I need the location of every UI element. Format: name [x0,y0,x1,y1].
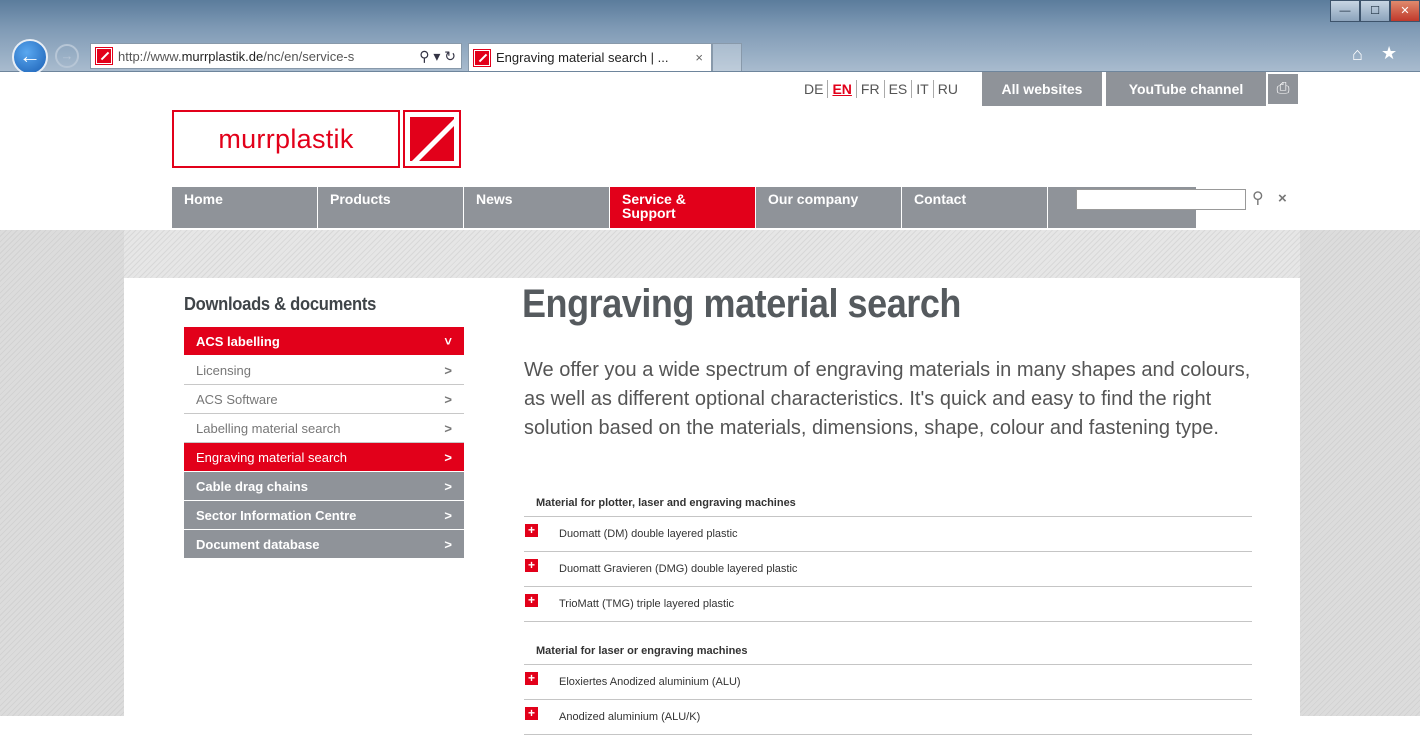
sidebar-menu: ACS labelling ˅ Licensing > ACS Software > Lab… [184,327,464,559]
search-clear-icon[interactable]: × [1278,190,1287,207]
sidebar-item-document-database[interactable]: Document database > [184,530,464,559]
nav-item-news[interactable]: News [464,187,610,228]
favorites-star-icon[interactable]: ★ [1381,43,1397,64]
plus-icon[interactable]: + [525,671,538,685]
sidebar-item-label: Labelling material search [196,420,341,436]
material-row[interactable]: + Eloxiertes Anodized aluminium (ALU) [524,665,1252,700]
sidebar: Downloads & documents ACS labelling ˅ Lice… [172,278,476,578]
sidebar-item-label: ACS Software [196,391,278,407]
plus-icon[interactable]: + [525,706,538,720]
printer-icon[interactable]: ⎙ [1268,74,1298,104]
nav-item-service-support[interactable]: Service & Support [610,187,756,228]
sidebar-item-label: Sector Information Centre [196,507,357,523]
material-section: Material for plotter, laser and engravin… [524,493,1252,622]
address-url[interactable]: http://www.murrplastik.de/nc/en/service-… [118,49,414,64]
material-row[interactable]: + TrioMatt (TMG) triple layered plastic [524,587,1252,622]
browser-chrome: ← → http://www.murrplastik.de/nc/en/serv… [0,0,1420,75]
chevron-right-icon: > [444,391,452,407]
nav-item-our-company[interactable]: Our company [756,187,902,228]
material-row[interactable]: + Anodized aluminium (ALU/K) [524,700,1252,735]
sidebar-heading: Downloads & documents [184,294,377,314]
language-ru[interactable]: RU [934,80,962,98]
material-label: Duomatt Gravieren (DMG) double layered p… [559,563,798,575]
sidebar-item-label: Licensing [196,362,251,378]
logo-wordmark: murrplastik [172,110,400,168]
sidebar-item-label: Cable drag chains [196,478,308,494]
sidebar-item-sector-information-centre[interactable]: Sector Information Centre > [184,501,464,530]
browser-tab[interactable]: Engraving material search | ... × [468,43,712,71]
main-navigation: Home Products News Service & Support Our com… [172,187,1196,228]
language-fr[interactable]: FR [857,80,885,98]
window-controls: — ☐ ✕ [1330,0,1420,22]
sidebar-item-label: ACS labelling [196,333,280,349]
chevron-right-icon: > [444,536,452,552]
chevron-right-icon: > [444,362,452,378]
site-search-input[interactable] [1076,189,1246,210]
sidebar-item-acs-software[interactable]: ACS Software > [184,385,464,414]
chevron-down-icon: ˅ [444,333,452,349]
search-icon[interactable]: ⚲ [1252,188,1264,208]
language-it[interactable]: IT [912,80,934,98]
tab-title: Engraving material search | ... [496,50,669,65]
sidebar-item-labelling-material-search[interactable]: Labelling material search > [184,414,464,443]
material-label: Anodized aluminium (ALU/K) [559,711,701,723]
material-label: Duomatt (DM) double layered plastic [559,528,738,540]
section-title: Material for laser or engraving machines [524,641,1252,665]
material-row[interactable]: + Duomatt Gravieren (DMG) double layered … [524,552,1252,587]
back-arrow-icon[interactable]: ← [12,39,48,75]
intro-text: We offer you a wide spectrum of engravin… [524,359,1251,439]
nav-item-contact[interactable]: Contact [902,187,1048,228]
sidebar-item-licensing[interactable]: Licensing > [184,356,464,385]
address-bar[interactable]: http://www.murrplastik.de/nc/en/service-… [90,43,462,69]
language-en[interactable]: EN [828,80,857,98]
forward-arrow-icon[interactable]: → [55,44,79,68]
material-row[interactable]: + Duomatt (DM) double layered plastic [524,517,1252,552]
sidebar-item-label: Document database [196,536,320,552]
minimize-icon[interactable]: — [1330,0,1360,22]
chevron-right-icon: > [444,420,452,436]
chevron-right-icon: > [444,507,452,523]
sidebar-item-cable-drag-chains[interactable]: Cable drag chains > [184,472,464,501]
home-icon[interactable]: ⌂ [1352,44,1363,65]
page-title: Engraving material search [522,282,961,326]
maximize-icon[interactable]: ☐ [1360,0,1390,22]
material-label: Eloxiertes Anodized aluminium (ALU) [559,676,741,688]
language-switcher: DE EN FR ES IT RU [800,80,962,98]
chevron-right-icon: > [444,449,452,465]
sidebar-item-label: Engraving material search [196,449,348,465]
material-label: TrioMatt (TMG) triple layered plastic [559,598,735,610]
section-title: Material for plotter, laser and engravin… [524,493,1252,517]
sidebar-item-engraving-material-search[interactable]: Engraving material search > [184,443,464,472]
close-window-icon[interactable]: ✕ [1390,0,1420,22]
tab-close-icon[interactable]: × [687,50,711,65]
plus-icon[interactable]: + [525,558,538,572]
plus-icon[interactable]: + [525,593,538,607]
language-de[interactable]: DE [800,80,829,98]
youtube-channel-button[interactable]: YouTube channel [1106,72,1266,106]
chevron-right-icon: > [444,478,452,494]
nav-item-products[interactable]: Products [318,187,464,228]
sidebar-item-acs-labelling[interactable]: ACS labelling ˅ [184,327,464,356]
murrplastik-logo[interactable]: murrplastik [172,110,461,168]
material-section: Material for laser or engraving machines… [524,641,1252,735]
site-hatch-band [124,230,1300,278]
new-tab-button[interactable] [712,43,742,71]
site-favicon-icon [95,47,113,65]
nav-item-home[interactable]: Home [172,187,318,228]
address-controls-icon[interactable]: ⚲ ▾ ↻ [414,48,461,65]
tab-favicon-icon [473,48,491,67]
all-websites-button[interactable]: All websites [982,72,1102,106]
plus-icon[interactable]: + [525,523,538,537]
logo-mark-icon [403,110,461,168]
language-es[interactable]: ES [885,80,913,98]
